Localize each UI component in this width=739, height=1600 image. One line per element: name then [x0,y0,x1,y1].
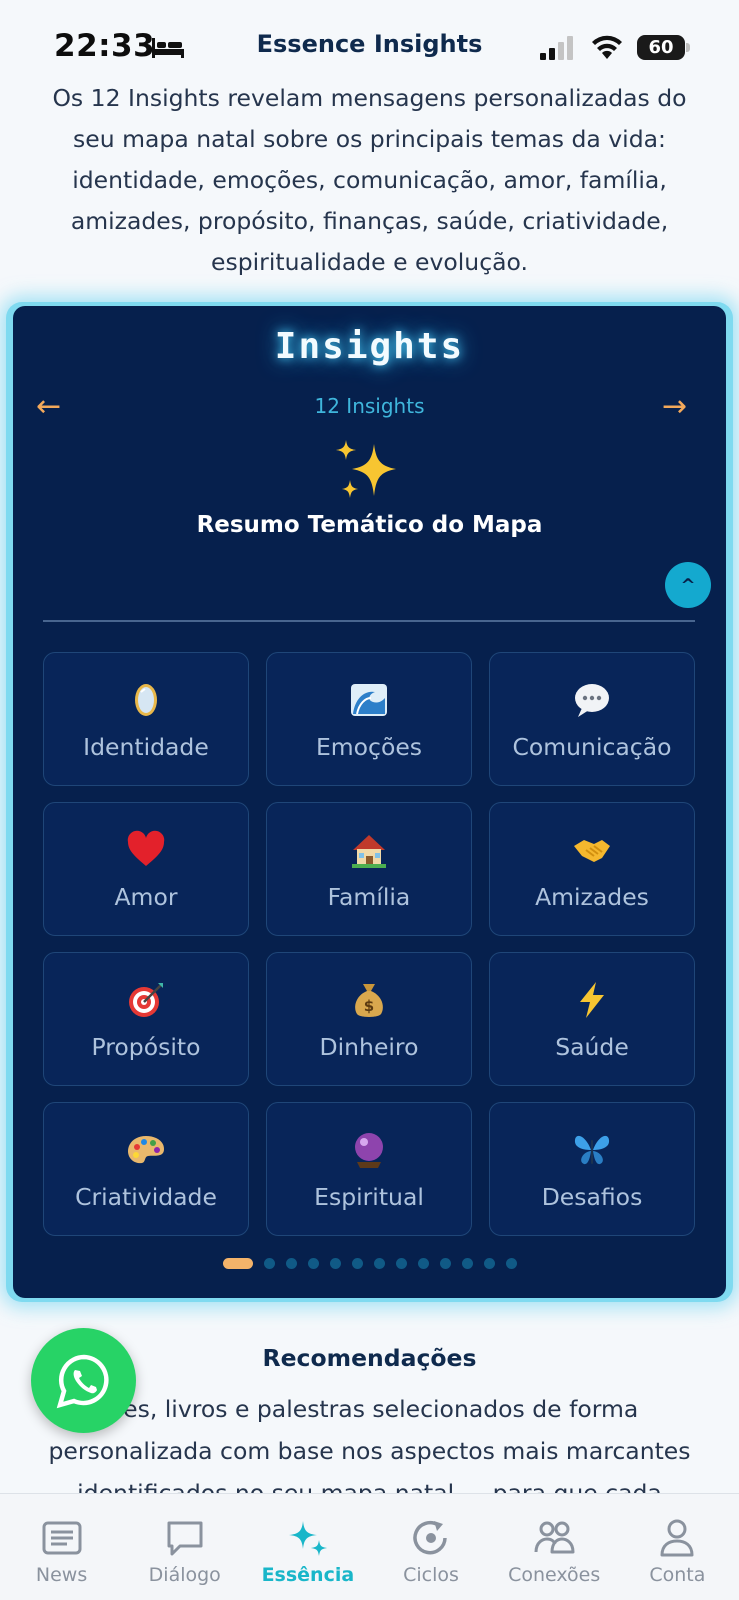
nav-item-essencia[interactable]: Essência [249,1518,367,1586]
insights-grid: Identidade Emoções Comunicação Amor Famí… [43,652,695,1236]
svg-text:$: $ [364,997,374,1015]
nav-label: Diálogo [148,1564,221,1586]
pagination-dot[interactable] [395,1258,407,1269]
tile-criatividade[interactable]: Criatividade [43,1102,249,1236]
nav-label: Essência [261,1564,355,1586]
nav-label: News [35,1564,88,1586]
whatsapp-button[interactable] [31,1328,136,1433]
intro-text: Os 12 Insights revelam mensagens persona… [52,84,687,276]
tile-label: Emoções [315,733,423,761]
collapse-button[interactable]: ^ [665,562,711,608]
pagination-dot[interactable] [417,1258,429,1269]
nav-item-conta[interactable]: Conta [618,1518,736,1586]
lightning-icon [572,977,612,1023]
tile-label: Dinheiro [319,1033,419,1061]
pagination-dot[interactable] [351,1258,363,1269]
pagination-dot[interactable] [263,1258,275,1269]
mirror-icon [126,677,166,723]
money-bag-icon: $ [349,977,389,1023]
tile-espiritual[interactable]: Espiritual [266,1102,472,1236]
tile-label: Identidade [83,733,209,761]
nav-item-news[interactable]: News [3,1518,121,1586]
pagination-dot[interactable] [505,1258,517,1269]
tile-emocoes[interactable]: Emoções [266,652,472,786]
tile-amor[interactable]: Amor [43,802,249,936]
tile-identidade[interactable]: Identidade [43,652,249,786]
tile-label: Amor [114,883,178,911]
section-title: Resumo Temático do Mapa [196,512,543,538]
nav-label: Conexões [508,1564,601,1586]
pagination-dot[interactable] [329,1258,341,1269]
status-bar: 22:33 Essence Insights 60 [0,0,739,90]
app-title: Essence Insights [256,30,483,58]
nav-item-conexoes[interactable]: Conexões [495,1518,613,1586]
tile-label: Família [327,883,411,911]
sparkles-icon [288,1521,327,1556]
sparkles-icon [336,440,396,498]
tile-label: Propósito [91,1033,201,1061]
divider [43,620,695,622]
target-icon [126,977,166,1023]
whatsapp-icon [56,1354,109,1408]
newspaper-icon [42,1521,82,1555]
tile-proposito[interactable]: Propósito [43,952,249,1086]
butterfly-icon [572,1127,612,1173]
pagination-dot[interactable] [285,1258,297,1269]
crystal-ball-icon [349,1127,389,1173]
tile-label: Criatividade [75,1183,217,1211]
carousel-pagination [0,1258,739,1269]
pagination-dot[interactable] [483,1258,495,1269]
nav-item-dialogo[interactable]: Diálogo [126,1518,244,1586]
battery-indicator: 60 [637,35,685,60]
cycle-icon [413,1520,447,1555]
insights-title: Insights [274,326,465,367]
tile-desafios[interactable]: Desafios [489,1102,695,1236]
pagination-dot-active[interactable] [222,1258,253,1269]
palette-icon [126,1127,166,1173]
battery-tip [686,43,690,52]
cellular-signal-icon [540,36,573,60]
next-arrow-button[interactable]: → [662,392,687,422]
insights-count: 12 Insights [314,394,425,418]
wifi-icon [592,35,622,59]
heart-icon [126,827,166,873]
handshake-icon [572,827,612,873]
tile-amizades[interactable]: Amizades [489,802,695,936]
tile-label: Comunicação [512,733,672,761]
house-icon [349,827,389,873]
tile-label: Desafios [541,1183,643,1211]
chat-icon [167,1521,203,1556]
pagination-dot[interactable] [461,1258,473,1269]
bottom-nav: News Diálogo Essência Ciclos Conexões Co… [0,1493,739,1600]
tile-familia[interactable]: Família [266,802,472,936]
wave-icon [349,677,389,723]
nav-item-ciclos[interactable]: Ciclos [372,1518,490,1586]
nav-label: Conta [649,1564,706,1586]
tile-dinheiro[interactable]: $ Dinheiro [266,952,472,1086]
nav-label: Ciclos [403,1564,459,1586]
pagination-dot[interactable] [439,1258,451,1269]
tile-label: Amizades [535,883,649,911]
tile-comunicacao[interactable]: Comunicação [489,652,695,786]
pagination-dot[interactable] [373,1258,385,1269]
people-icon [534,1521,575,1554]
pagination-dot[interactable] [307,1258,319,1269]
tile-saude[interactable]: Saúde [489,952,695,1086]
person-icon [660,1519,694,1557]
tile-label: Espiritual [314,1183,424,1211]
tile-label: Saúde [555,1033,629,1061]
speech-bubble-icon [572,677,612,723]
